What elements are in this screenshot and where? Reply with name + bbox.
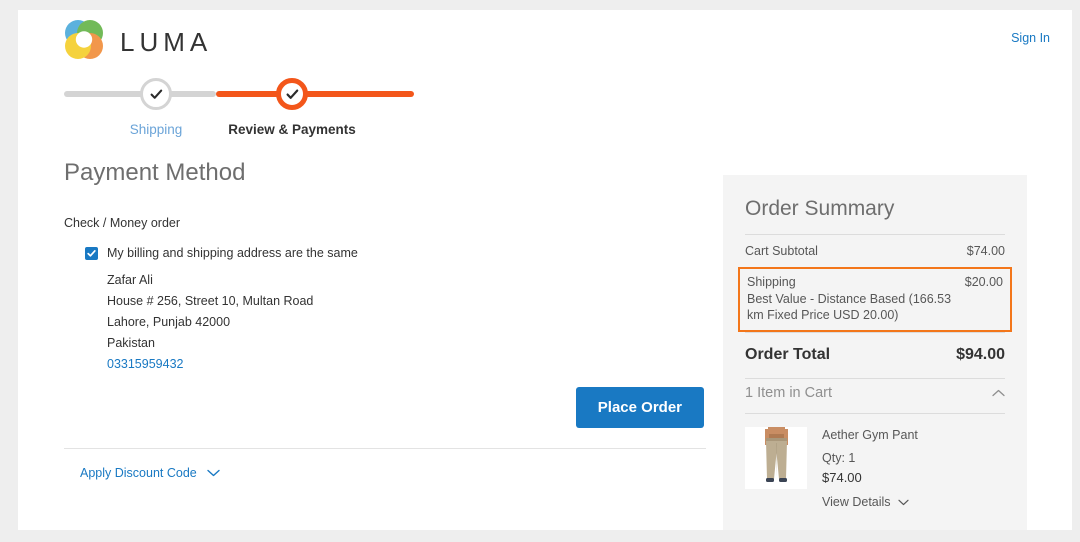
- checkout-page: LUMA Sign In Shipping Review & Payments …: [18, 10, 1072, 530]
- summary-row-cart-subtotal: Cart Subtotal $74.00: [745, 235, 1005, 267]
- check-icon: [285, 87, 300, 102]
- brand-name: LUMA: [120, 26, 213, 57]
- product-thumbnail[interactable]: [745, 427, 807, 490]
- shipping-row-top: Shipping $20.00: [747, 275, 1003, 289]
- apply-discount-code-toggle[interactable]: Apply Discount Code: [80, 466, 220, 480]
- product-info: Aether Gym Pant Qty: 1 $74.00 View Detai…: [822, 427, 918, 509]
- product-name: Aether Gym Pant: [822, 428, 918, 443]
- view-details-label: View Details: [822, 495, 891, 510]
- billing-same-as-shipping-row[interactable]: My billing and shipping address are the …: [85, 246, 704, 261]
- check-icon: [149, 87, 164, 102]
- list-item: Aether Gym Pant Qty: 1 $74.00 View Detai…: [745, 414, 1005, 509]
- billing-same-checkbox-label[interactable]: My billing and shipping address are the …: [107, 246, 358, 260]
- billing-same-checkbox[interactable]: [85, 247, 98, 261]
- page-header: LUMA Sign In: [18, 10, 1072, 70]
- product-qty: Qty: 1: [822, 451, 856, 466]
- cart-subtotal-label: Cart Subtotal: [745, 244, 818, 259]
- page-title: Payment Method: [64, 159, 246, 186]
- billing-address-block: My billing and shipping address are the …: [85, 246, 704, 375]
- address-city-region-zip: Lahore, Punjab 42000: [107, 315, 231, 330]
- summary-row-order-total: Order Total $94.00: [745, 333, 1005, 378]
- chevron-down-icon: [897, 499, 909, 506]
- cart-subtotal-value: $74.00: [966, 244, 1005, 259]
- chevron-down-icon: [207, 469, 220, 477]
- place-order-button[interactable]: Place Order: [575, 387, 704, 428]
- product-price: $74.00: [822, 470, 862, 486]
- shipping-value: $20.00: [964, 275, 1003, 290]
- progress-step-review-payments[interactable]: Review & Payments: [212, 78, 372, 137]
- luma-logo-icon: [62, 18, 106, 62]
- payment-method-label: Check / Money order: [64, 216, 181, 231]
- shipping-label: Shipping: [747, 275, 796, 290]
- order-total-value: $94.00: [956, 346, 1005, 364]
- shipping-description: Best Value - Distance Based (166.53 km F…: [747, 292, 952, 323]
- chevron-up-icon: [992, 389, 1005, 397]
- cart-items-count-label: 1 Item in Cart: [745, 385, 833, 402]
- address-name: Zafar Ali: [107, 273, 153, 288]
- address-street: House # 256, Street 10, Multan Road: [107, 294, 314, 309]
- sign-in-link[interactable]: Sign In: [1011, 31, 1050, 45]
- step-node-shipping[interactable]: [140, 78, 172, 110]
- cart-items-toggle[interactable]: 1 Item in Cart: [745, 379, 1005, 413]
- order-summary-title: Order Summary: [745, 197, 895, 220]
- billing-address-details: Zafar Ali House # 256, Street 10, Multan…: [107, 270, 704, 375]
- order-summary-panel: Order Summary Cart Subtotal $74.00 Shipp…: [723, 175, 1027, 530]
- left-column-divider: [64, 448, 706, 449]
- checkout-progress-bar: Shipping Review & Payments: [64, 78, 414, 138]
- order-total-label: Order Total: [745, 346, 831, 364]
- step-label-review-payments: Review & Payments: [228, 122, 356, 137]
- address-country: Pakistan: [107, 336, 155, 351]
- summary-row-shipping-highlighted: Shipping $20.00 Best Value - Distance Ba…: [738, 267, 1012, 333]
- place-order-row: Place Order: [64, 387, 704, 428]
- step-node-review-payments[interactable]: [276, 78, 308, 110]
- view-details-toggle[interactable]: View Details: [822, 495, 918, 509]
- address-phone-link[interactable]: 03315959432: [107, 354, 704, 375]
- apply-discount-code-label: Apply Discount Code: [80, 466, 197, 480]
- payment-method-section: Payment Method Check / Money order My bi…: [64, 159, 704, 375]
- brand-logo[interactable]: LUMA: [62, 18, 212, 62]
